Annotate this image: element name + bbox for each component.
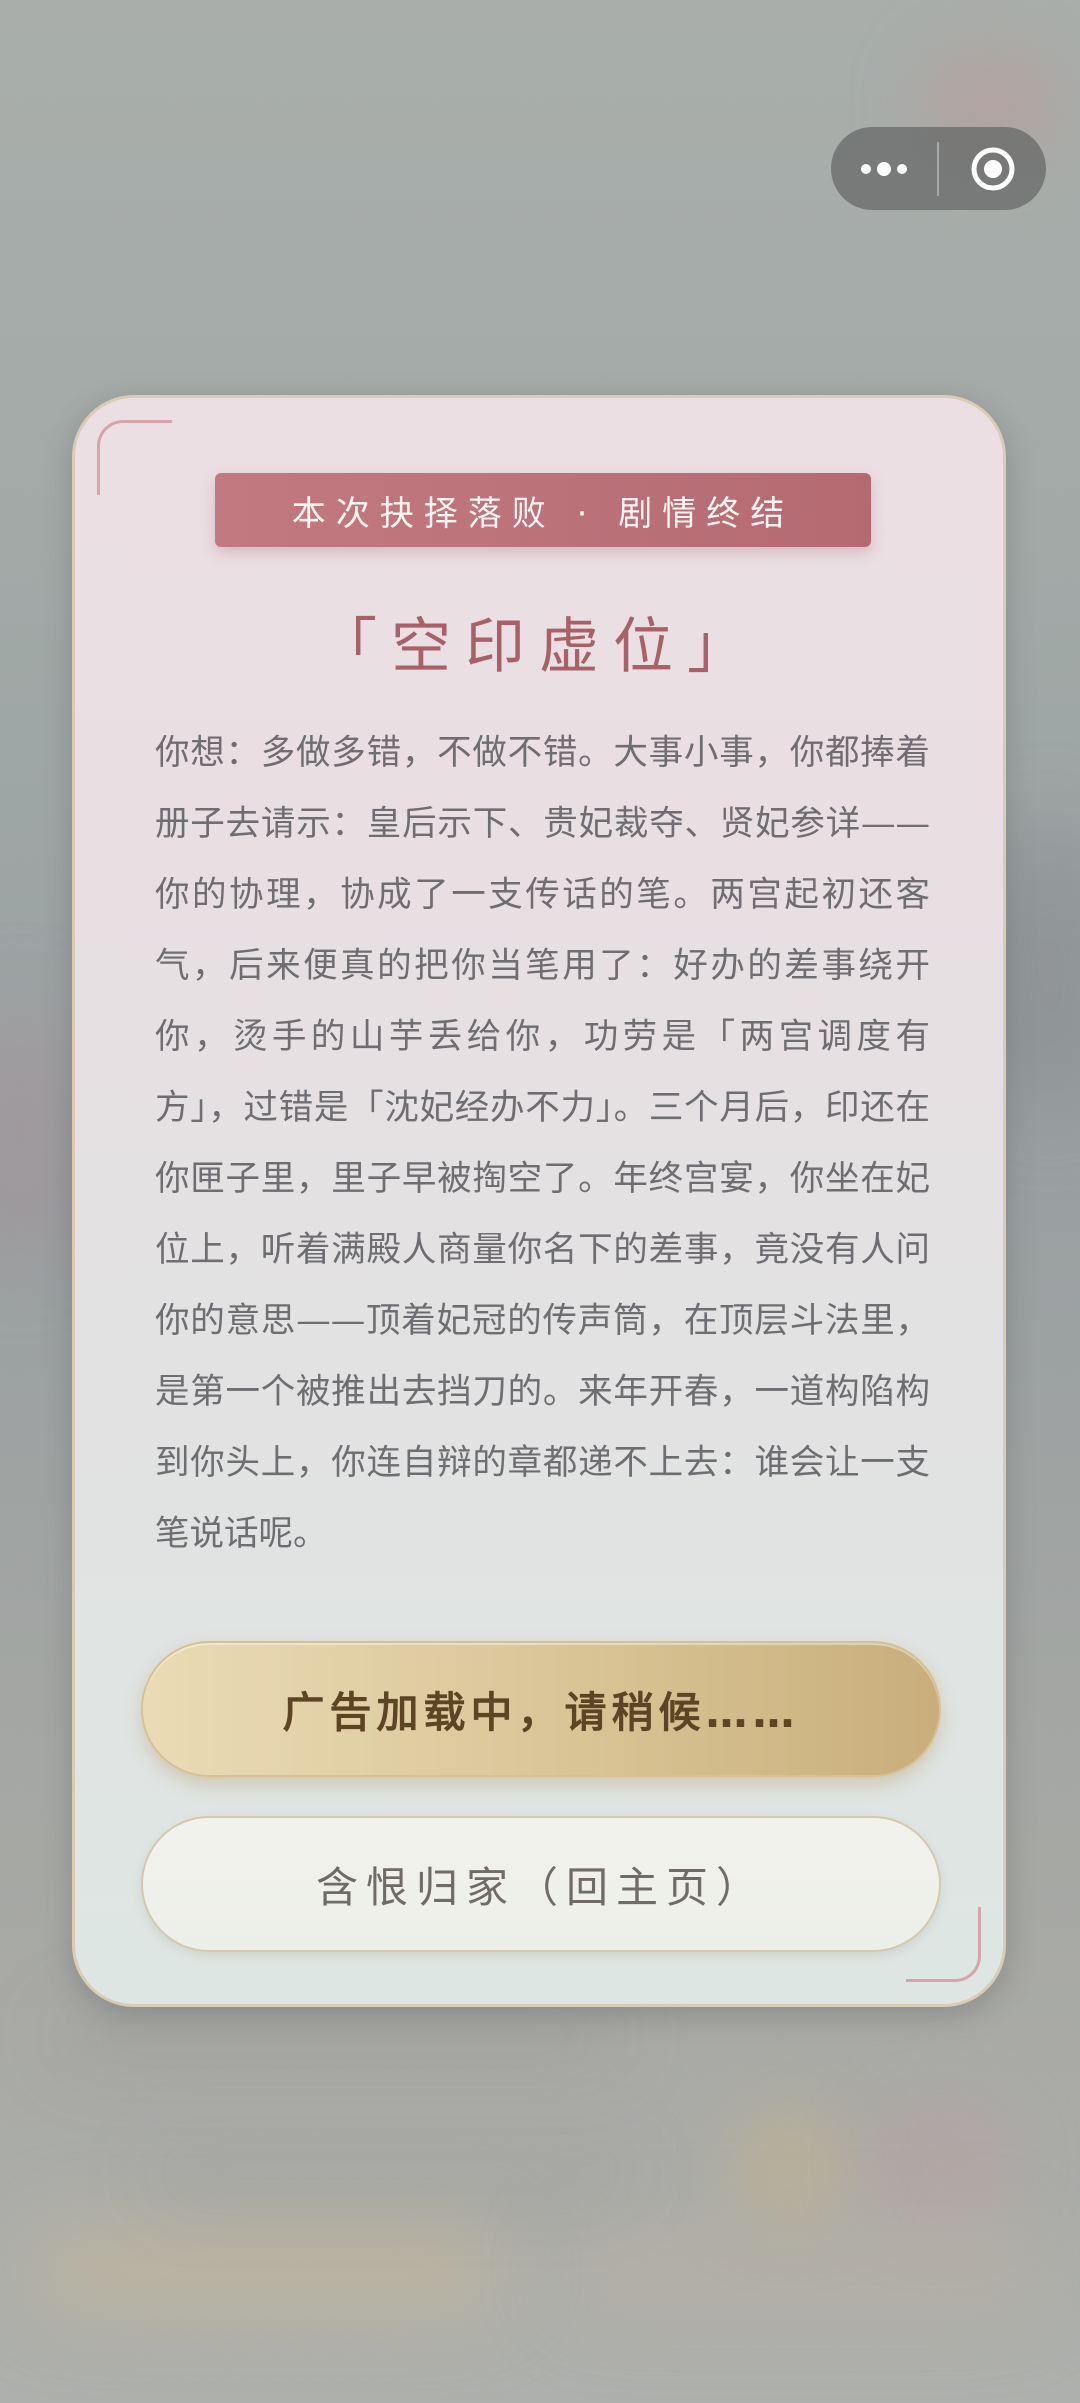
return-home-button[interactable]: 含恨归家（回主页） <box>141 1816 941 1952</box>
result-banner: 本次抉择落败 · 剧情终结 <box>215 473 871 547</box>
background-blur <box>150 2160 630 2186</box>
background-blur <box>60 2020 620 2050</box>
result-card: 本次抉择落败 · 剧情终结 「空印虚位」 你想：多做多错，不做不错。大事小事，你… <box>72 395 1006 2007</box>
background-blur <box>0 1000 80 1260</box>
miniprogram-capsule <box>831 127 1046 210</box>
ending-story-text: 你想：多做多错，不做不错。大事小事，你都捧着册子去请示：皇后示下、贵妃裁夺、贤妃… <box>155 733 930 1554</box>
background-blur <box>880 2120 1000 2210</box>
more-dots-icon <box>861 161 907 176</box>
background-blur <box>30 2230 510 2310</box>
corner-ornament <box>97 420 172 495</box>
background-blur <box>740 2120 840 2210</box>
more-button[interactable] <box>831 127 937 210</box>
background-blur <box>560 2230 1040 2310</box>
ending-title: 「空印虚位」 <box>317 612 761 682</box>
watch-ad-button[interactable]: 广告加载中，请稍候…… <box>141 1641 941 1777</box>
close-miniprogram-button[interactable] <box>939 127 1046 210</box>
target-circle-icon <box>971 147 1014 190</box>
